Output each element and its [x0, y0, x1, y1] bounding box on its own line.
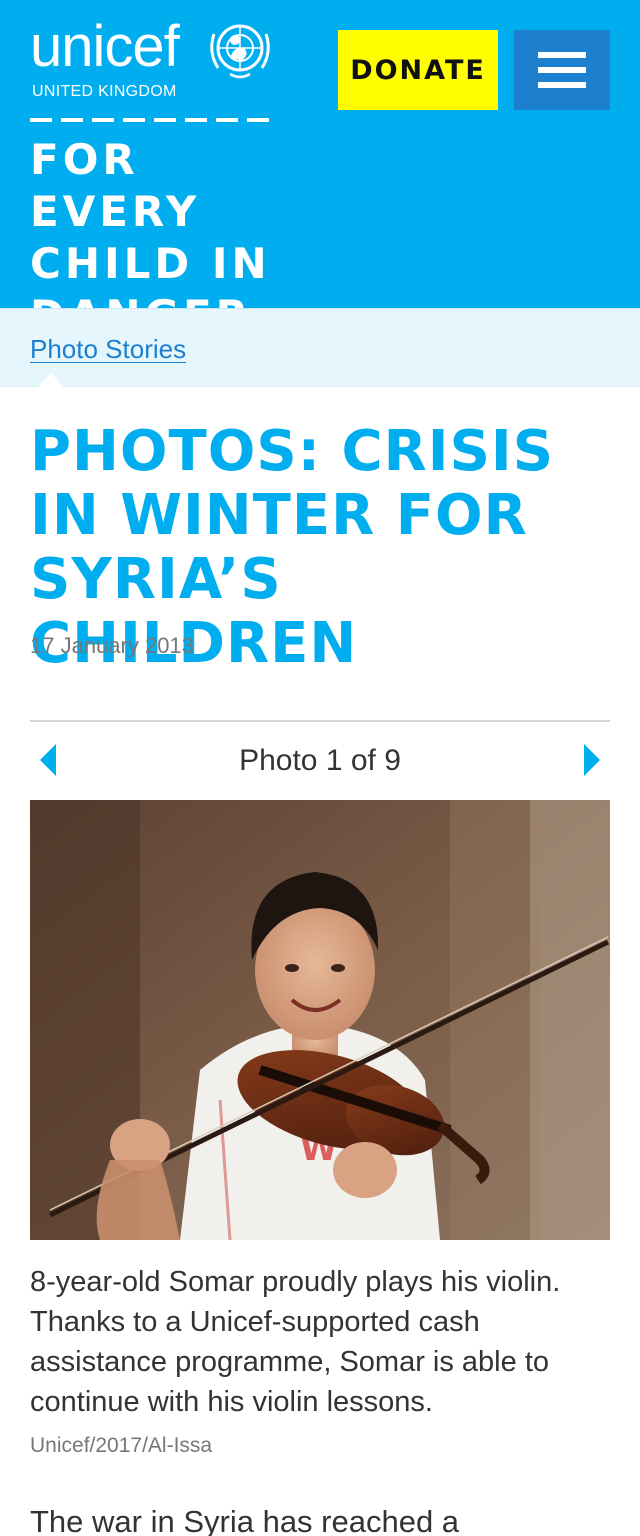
- unicef-emblem-icon: [210, 24, 270, 79]
- tagline-line: FOR EVERY: [30, 135, 201, 236]
- logo-wordmark: unicef: [30, 14, 180, 79]
- previous-photo-button[interactable]: [36, 742, 60, 778]
- hamburger-menu-icon: [538, 52, 586, 88]
- next-photo-button[interactable]: [580, 742, 604, 778]
- site-header: unicef UNITED KINGDOM FOR EVERY CHILD IN…: [0, 0, 640, 340]
- gallery-photo: W: [30, 800, 610, 1240]
- article-date: 17 January 2013: [30, 633, 194, 658]
- article-intro: The war in Syria has reached a: [30, 1504, 460, 1536]
- breadcrumb-pointer: [38, 373, 64, 387]
- photo-caption: 8-year-old Somar proudly plays his violi…: [30, 1266, 561, 1418]
- logo-subtitle: UNITED KINGDOM: [32, 83, 177, 100]
- menu-button[interactable]: [514, 30, 610, 110]
- tagline-divider: [30, 118, 274, 122]
- photo-credit: Unicef/2017/Al-Issa: [30, 1434, 213, 1457]
- donate-button[interactable]: DONATE: [338, 30, 498, 110]
- tagline-line: CHILD IN: [30, 239, 271, 288]
- breadcrumb-photo-stories-link[interactable]: Photo Stories: [30, 333, 186, 365]
- photo-counter: Photo 1 of 9: [239, 744, 401, 777]
- chevron-right-icon: [584, 744, 600, 776]
- chevron-left-icon: [40, 744, 56, 776]
- unicef-logo[interactable]: unicef UNITED KINGDOM: [30, 14, 280, 104]
- breadcrumb: Photo Stories: [0, 308, 640, 387]
- boy-playing-violin-image: W: [30, 800, 610, 1240]
- gallery-divider: [30, 720, 610, 722]
